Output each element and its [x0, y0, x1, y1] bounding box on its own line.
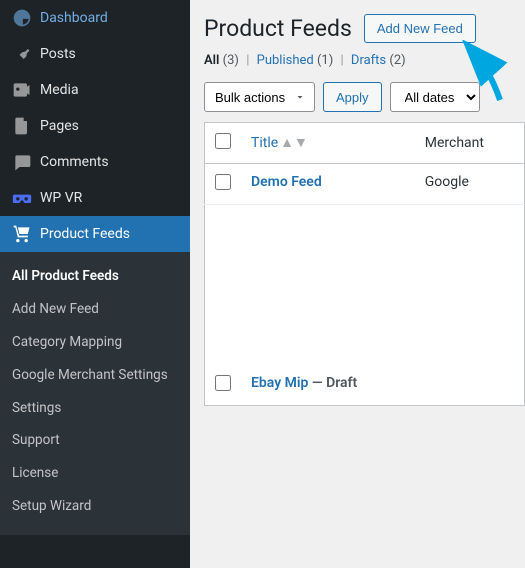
table-row: Demo Feed Google: [205, 164, 525, 205]
sidebar-item-media[interactable]: Media: [0, 72, 190, 108]
merchant-cell: [415, 365, 525, 406]
pages-icon: [12, 116, 32, 136]
admin-sidebar: Dashboard Posts Media Pages Comments WP …: [0, 0, 190, 568]
bulk-actions-select[interactable]: Bulk actions: [204, 82, 315, 112]
post-state: — Draft: [312, 375, 357, 391]
sidebar-item-label: Dashboard: [40, 10, 108, 26]
pin-icon: [12, 44, 32, 64]
feeds-table: Title▲▼ Merchant Demo Feed Google Ebay M…: [204, 122, 525, 406]
select-all-header: [205, 123, 242, 164]
date-filter-select[interactable]: All dates: [390, 82, 480, 112]
table-header-row: Title▲▼ Merchant: [205, 123, 525, 164]
dashboard-icon: [12, 8, 32, 28]
submenu-add-new-feed[interactable]: Add New Feed: [0, 293, 190, 326]
column-merchant: Merchant: [415, 123, 525, 164]
vr-icon: [12, 188, 32, 208]
sidebar-item-label: Posts: [40, 46, 76, 62]
submenu-all-product-feeds[interactable]: All Product Feeds: [0, 260, 190, 293]
submenu-google-merchant-settings[interactable]: Google Merchant Settings: [0, 359, 190, 392]
cart-icon: [12, 224, 32, 244]
filter-published[interactable]: Published (1): [257, 53, 334, 68]
submenu-settings[interactable]: Settings: [0, 392, 190, 425]
sidebar-item-label: Pages: [40, 118, 79, 134]
feed-title-link[interactable]: Demo Feed: [251, 174, 322, 190]
table-spacer: [205, 205, 525, 365]
sidebar-item-label: WP VR: [40, 190, 82, 206]
list-controls: Bulk actions Apply All dates: [204, 82, 525, 112]
page-header: Product Feeds Add New Feed: [204, 14, 525, 43]
submenu-category-mapping[interactable]: Category Mapping: [0, 326, 190, 359]
row-checkbox[interactable]: [215, 375, 231, 391]
submenu-license[interactable]: License: [0, 457, 190, 490]
main-content: Product Feeds Add New Feed All (3) | Pub…: [190, 0, 525, 568]
sort-icon: ▲▼: [280, 136, 308, 150]
submenu-setup-wizard[interactable]: Setup Wizard: [0, 490, 190, 523]
page-title: Product Feeds: [204, 15, 352, 42]
sidebar-item-dashboard[interactable]: Dashboard: [0, 0, 190, 36]
sidebar-submenu: All Product Feeds Add New Feed Category …: [0, 252, 190, 535]
table-row: Ebay Mip — Draft: [205, 365, 525, 406]
merchant-cell: Google: [415, 164, 525, 205]
sidebar-item-product-feeds[interactable]: Product Feeds: [0, 216, 190, 252]
media-icon: [12, 80, 32, 100]
sidebar-item-label: Comments: [40, 154, 109, 170]
sidebar-item-pages[interactable]: Pages: [0, 108, 190, 144]
column-title[interactable]: Title▲▼: [241, 123, 415, 164]
add-new-feed-button[interactable]: Add New Feed: [364, 14, 476, 43]
select-all-checkbox[interactable]: [215, 133, 231, 149]
sidebar-item-posts[interactable]: Posts: [0, 36, 190, 72]
sidebar-item-comments[interactable]: Comments: [0, 144, 190, 180]
row-checkbox[interactable]: [215, 174, 231, 190]
sidebar-item-label: Product Feeds: [40, 226, 130, 242]
apply-button[interactable]: Apply: [323, 82, 382, 112]
feed-title-link[interactable]: Ebay Mip: [251, 375, 308, 391]
filter-drafts[interactable]: Drafts (2): [351, 53, 406, 68]
submenu-support[interactable]: Support: [0, 424, 190, 457]
filter-all[interactable]: All (3): [204, 53, 239, 68]
sidebar-item-label: Media: [40, 82, 79, 98]
status-filters: All (3) | Published (1) | Drafts (2): [204, 53, 525, 68]
sidebar-item-wpvr[interactable]: WP VR: [0, 180, 190, 216]
comments-icon: [12, 152, 32, 172]
